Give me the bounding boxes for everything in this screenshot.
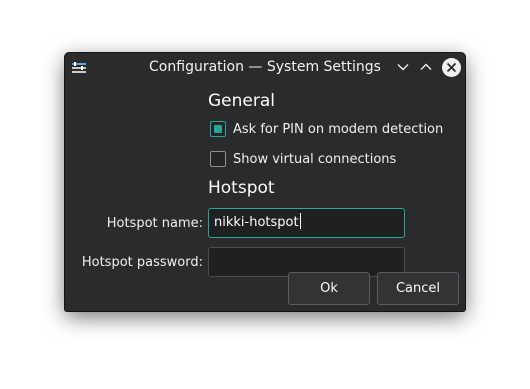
ask-pin-checkbox[interactable] [210,121,226,137]
cancel-button[interactable]: Cancel [377,272,459,305]
show-virtual-option[interactable]: Show virtual connections [210,150,396,168]
show-virtual-label[interactable]: Show virtual connections [233,152,396,167]
show-virtual-checkbox[interactable] [210,151,226,167]
window-title: Configuration — System Settings [149,59,381,75]
text-caret [299,213,301,229]
titlebar[interactable]: Configuration — System Settings [65,53,465,82]
ask-pin-label[interactable]: Ask for PIN on modem detection [233,122,443,137]
close-button[interactable] [442,58,461,77]
dialog-content: General Ask for PIN on modem detection S… [65,82,465,311]
settings-sliders-icon[interactable] [71,60,87,74]
ok-button[interactable]: Ok [288,272,370,305]
hotspot-name-label: Hotspot name: [106,216,203,231]
chevron-up-icon [420,63,432,70]
minimize-button[interactable] [394,58,412,76]
ask-pin-option[interactable]: Ask for PIN on modem detection [210,120,443,138]
hotspot-name-value: nikki-hotspot [214,215,299,230]
maximize-button[interactable] [417,58,435,76]
general-heading: General [208,91,275,111]
hotspot-name-input[interactable]: nikki-hotspot [208,208,405,238]
configuration-dialog: Configuration — System Settings General … [65,53,465,311]
close-icon [446,62,457,73]
hotspot-heading: Hotspot [208,178,275,198]
hotspot-password-label: Hotspot password: [81,255,203,270]
chevron-down-icon [397,64,409,71]
